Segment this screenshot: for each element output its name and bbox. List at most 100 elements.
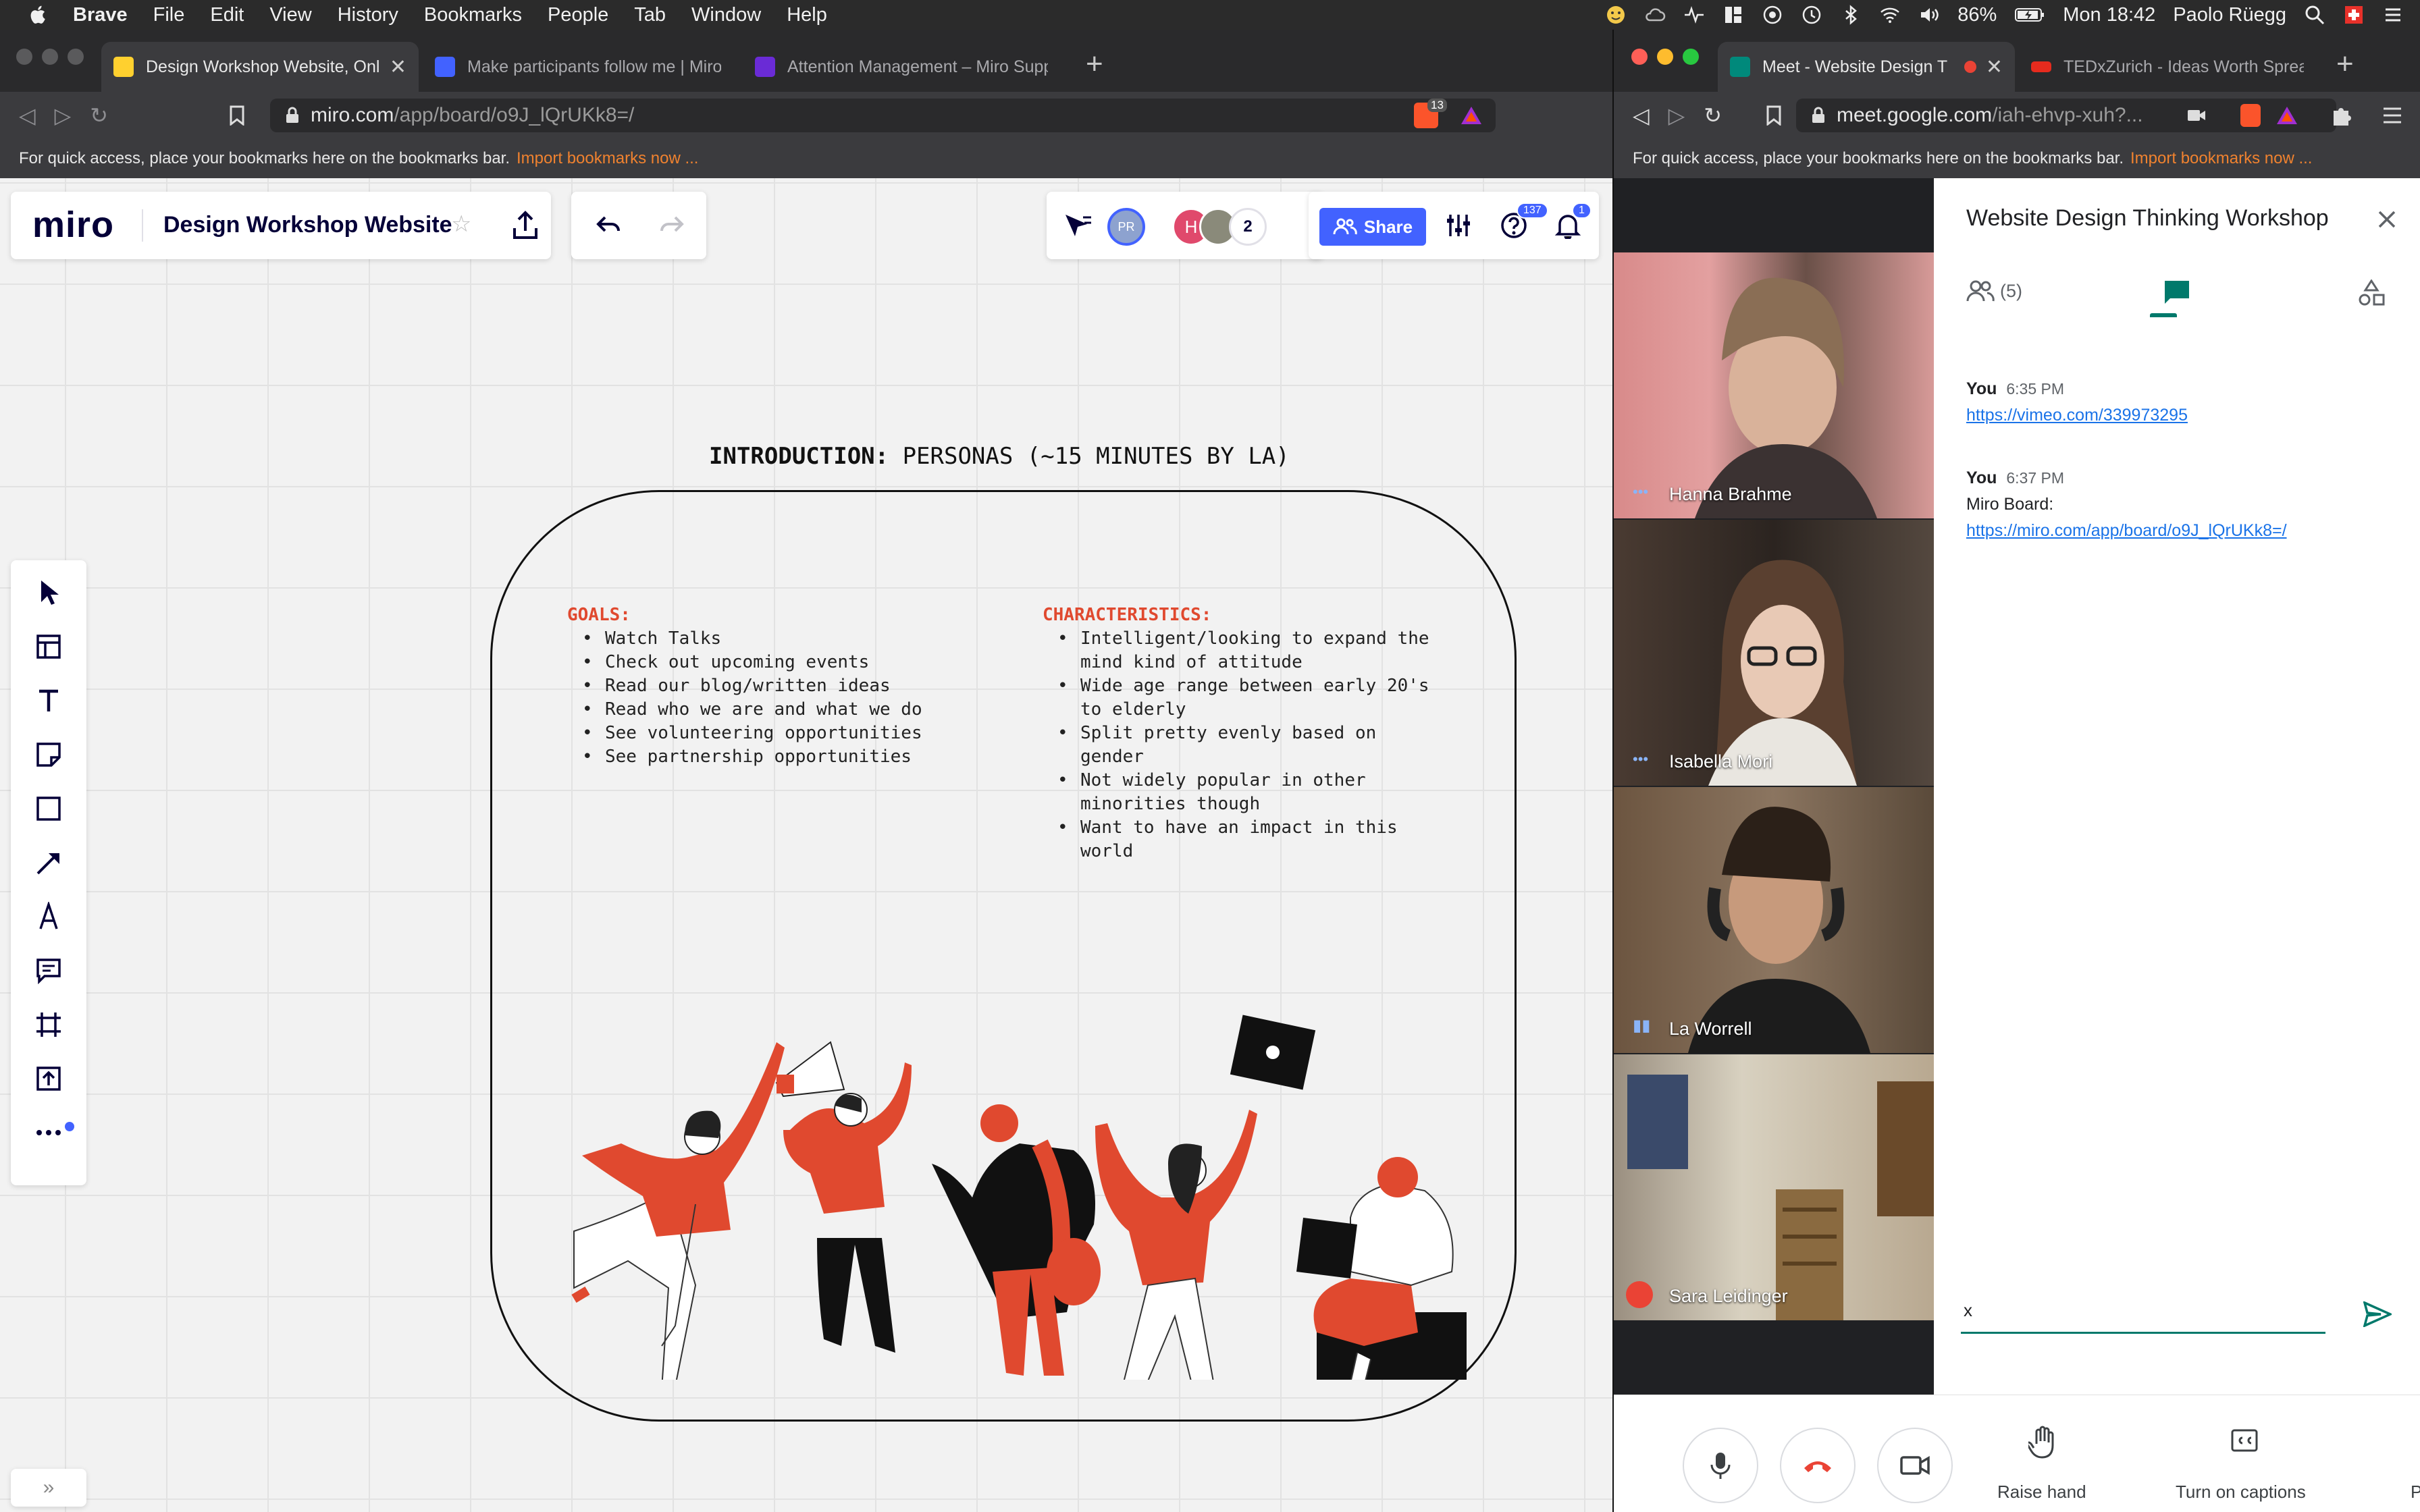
frame-title[interactable]: INTRODUCTION: PERSONAS (~15 MINUTES BY L… bbox=[709, 443, 1290, 470]
message-link[interactable]: https://vimeo.com/339973295 bbox=[1966, 406, 2188, 425]
raise-hand-icon[interactable] bbox=[2028, 1425, 2058, 1460]
shape-tool-icon[interactable] bbox=[31, 791, 66, 826]
zoom-window-button[interactable] bbox=[68, 49, 84, 65]
participant-tile-sara[interactable]: Sara Leidinger bbox=[1614, 1054, 1934, 1320]
time-machine-icon[interactable] bbox=[1801, 4, 1822, 26]
more-tools-icon[interactable] bbox=[31, 1115, 66, 1150]
export-icon[interactable] bbox=[512, 211, 539, 240]
expand-panel-button[interactable]: » bbox=[11, 1469, 86, 1507]
leave-call-button[interactable] bbox=[1780, 1428, 1856, 1503]
goals-block[interactable]: GOALS: Watch Talks Check out upcoming ev… bbox=[567, 603, 986, 769]
miro-canvas[interactable]: miro Design Workshop Website ☆ PR H 2 Sh… bbox=[0, 178, 1612, 1512]
camera-button[interactable] bbox=[1877, 1428, 1953, 1503]
present-label[interactable]: P bbox=[2411, 1482, 2420, 1503]
menu-icon[interactable] bbox=[2382, 107, 2402, 124]
back-icon[interactable]: ◁ bbox=[19, 103, 36, 128]
menu-view[interactable]: View bbox=[269, 4, 311, 26]
menu-file[interactable]: File bbox=[153, 4, 185, 26]
battery-icon[interactable] bbox=[2014, 4, 2045, 26]
camera-in-use-icon[interactable] bbox=[2186, 108, 2207, 123]
clock[interactable]: Mon 18:42 bbox=[2063, 4, 2155, 26]
send-icon[interactable] bbox=[2363, 1301, 2392, 1327]
upload-tool-icon[interactable] bbox=[31, 1061, 66, 1096]
brave-rewards-icon[interactable] bbox=[2276, 105, 2298, 126]
forward-icon[interactable]: ▷ bbox=[1668, 103, 1685, 128]
reactions-icon[interactable] bbox=[1063, 212, 1093, 239]
raise-hand-label[interactable]: Raise hand bbox=[1997, 1482, 2086, 1503]
board-title[interactable]: Design Workshop Website bbox=[163, 212, 452, 238]
menu-people[interactable]: People bbox=[548, 4, 608, 26]
control-center-icon[interactable] bbox=[2382, 4, 2404, 26]
tab-meet[interactable]: Meet - Website Design T ✕ bbox=[1718, 42, 2015, 92]
sticky-note-tool-icon[interactable] bbox=[31, 737, 66, 772]
volume-icon[interactable] bbox=[1918, 4, 1940, 26]
frame-tool-icon[interactable] bbox=[31, 1007, 66, 1042]
undo-icon[interactable] bbox=[596, 213, 623, 238]
participant-tile-isabella[interactable]: ••• Isabella Mori bbox=[1614, 520, 1934, 786]
new-tab-button[interactable]: + bbox=[1086, 47, 1103, 81]
grid-app-icon[interactable] bbox=[1722, 4, 1744, 26]
pen-tool-icon[interactable] bbox=[31, 899, 66, 934]
zoom-window-button[interactable] bbox=[1683, 49, 1699, 65]
more-collaborators-button[interactable]: 2 bbox=[1229, 208, 1267, 246]
participant-tile-la[interactable]: ▮▮ La Worrell bbox=[1614, 787, 1934, 1053]
comment-tool-icon[interactable] bbox=[31, 953, 66, 988]
minimize-window-button[interactable] bbox=[42, 49, 58, 65]
bluetooth-icon[interactable] bbox=[1840, 4, 1862, 26]
message-link[interactable]: https://miro.com/app/board/o9J_lQrUKk8=/ bbox=[1966, 521, 2287, 541]
new-tab-button[interactable]: + bbox=[2336, 47, 2354, 81]
redo-icon[interactable] bbox=[658, 213, 685, 238]
swiss-flag-icon[interactable] bbox=[2343, 4, 2365, 26]
close-window-button[interactable] bbox=[16, 49, 32, 65]
address-bar[interactable]: miro.com/app/board/o9J_lQrUKk8=/ bbox=[270, 99, 1496, 132]
text-tool-icon[interactable] bbox=[31, 683, 66, 718]
import-bookmarks-link[interactable]: Import bookmarks now ... bbox=[2130, 149, 2312, 168]
personas-illustration[interactable] bbox=[527, 921, 1485, 1380]
close-tab-icon[interactable]: ✕ bbox=[1986, 55, 2003, 79]
star-icon[interactable]: ☆ bbox=[451, 211, 471, 238]
settings-sliders-icon[interactable] bbox=[1445, 212, 1472, 239]
menu-tab[interactable]: Tab bbox=[634, 4, 666, 26]
close-window-button[interactable] bbox=[1631, 49, 1648, 65]
emoji-status-icon[interactable] bbox=[1605, 4, 1627, 26]
import-bookmarks-link[interactable]: Import bookmarks now ... bbox=[517, 149, 698, 168]
wifi-icon[interactable] bbox=[1879, 4, 1901, 26]
tab-chat-icon[interactable] bbox=[2162, 278, 2192, 305]
menu-app-brave[interactable]: Brave bbox=[73, 4, 128, 26]
tab-people[interactable]: (5) bbox=[1966, 279, 2022, 302]
participant-tile-hanna[interactable]: ••• Hanna Brahme bbox=[1614, 252, 1934, 518]
templates-tool-icon[interactable] bbox=[31, 629, 66, 664]
tab-tedxzurich[interactable]: TEDxZurich - Ideas Worth Sprea bbox=[2019, 42, 2316, 92]
tab-attention-management[interactable]: Attention Management – Miro Supp bbox=[743, 42, 1060, 92]
characteristics-block[interactable]: CHARACTERISTICS: Intelligent/looking to … bbox=[1043, 603, 1475, 863]
captions-label[interactable]: Turn on captions bbox=[2176, 1482, 2306, 1503]
extensions-icon[interactable] bbox=[2330, 104, 2352, 127]
microphone-button[interactable] bbox=[1683, 1428, 1758, 1503]
share-button[interactable]: Share bbox=[1319, 208, 1426, 246]
close-icon[interactable] bbox=[2377, 209, 2397, 230]
search-icon[interactable] bbox=[2304, 4, 2325, 26]
brave-shields-icon[interactable] bbox=[2240, 104, 2261, 127]
minimize-window-button[interactable] bbox=[1657, 49, 1673, 65]
activities-shapes-icon[interactable] bbox=[2357, 279, 2386, 306]
captions-icon[interactable] bbox=[2231, 1429, 2258, 1452]
menu-edit[interactable]: Edit bbox=[210, 4, 244, 26]
miro-logo[interactable]: miro bbox=[32, 204, 114, 246]
bookmark-icon[interactable] bbox=[1765, 105, 1783, 126]
brave-rewards-icon[interactable] bbox=[1460, 105, 1483, 126]
back-icon[interactable]: ◁ bbox=[1633, 103, 1650, 128]
apple-icon[interactable] bbox=[27, 3, 50, 26]
reload-icon[interactable]: ↻ bbox=[90, 103, 108, 128]
select-tool-icon[interactable] bbox=[31, 575, 66, 610]
user-name[interactable]: Paolo Rüegg bbox=[2173, 4, 2286, 26]
connection-line-tool-icon[interactable] bbox=[31, 845, 66, 880]
cloud-icon[interactable] bbox=[1644, 4, 1666, 26]
tab-make-participants-follow[interactable]: Make participants follow me | Miro bbox=[423, 42, 733, 92]
menu-help[interactable]: Help bbox=[787, 4, 827, 26]
forward-icon[interactable]: ▷ bbox=[55, 103, 72, 128]
menu-history[interactable]: History bbox=[338, 4, 398, 26]
focus-icon[interactable] bbox=[1762, 4, 1783, 26]
bookmark-icon[interactable] bbox=[228, 105, 246, 126]
tab-design-workshop[interactable]: Design Workshop Website, Onli ✕ bbox=[101, 42, 419, 92]
chat-input[interactable]: x bbox=[1961, 1300, 2325, 1334]
